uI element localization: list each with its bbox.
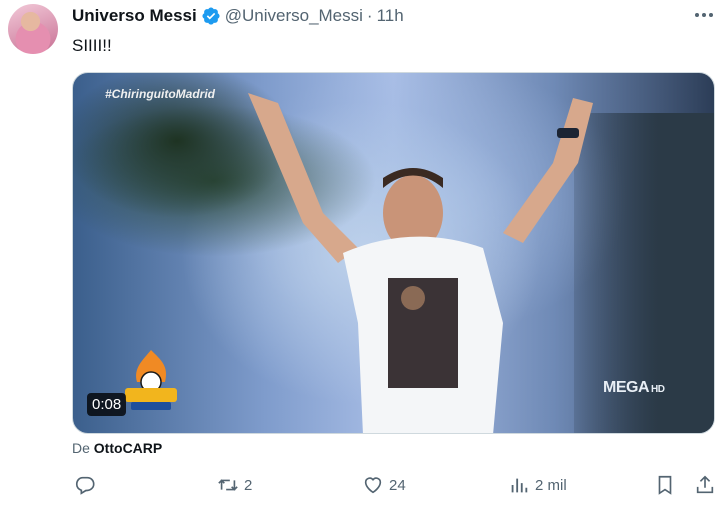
video-source-prefix: De [72,440,90,456]
separator-dot: · [366,6,373,25]
retweet-count: 2 [244,476,253,494]
more-icon[interactable] [690,4,718,26]
timestamp[interactable]: 11h [377,6,404,26]
views-button[interactable]: 2 mil [508,474,567,496]
reply-button[interactable] [74,474,101,496]
display-name[interactable]: Universo Messi [72,6,197,26]
share-icon [696,475,714,494]
video-player[interactable]: #ChiringuitoMadrid 0:08 MEGA HD [72,72,715,434]
like-icon [364,477,382,494]
bookmark-icon [658,475,672,495]
reply-icon [75,476,95,495]
video-source: De OttoCARP [72,440,162,456]
like-count: 24 [389,476,406,494]
user-handle[interactable]: @Universo_Messi [225,6,363,26]
share-button[interactable] [694,474,721,496]
channel-logo-text: MEGA [603,379,650,396]
verified-badge-icon[interactable] [201,6,221,26]
tweet-actions: 2 24 2 mil [72,474,718,498]
views-icon [511,478,528,493]
video-duration: 0:08 [87,393,127,416]
channel-logo: MEGA HD [603,379,665,397]
view-count: 2 mil [535,476,567,494]
tweet-header: Universo Messi @Universo_Messi · 11h [72,5,404,27]
bookmark-button[interactable] [654,474,681,496]
like-button[interactable]: 24 [362,474,406,496]
tweet-text: SIIII!! [72,36,112,55]
video-source-author[interactable]: OttoCARP [94,440,162,456]
avatar[interactable] [8,4,58,54]
channel-logo-suffix: HD [651,384,665,395]
retweet-button[interactable]: 2 [217,474,252,496]
chiringuito-logo-icon [125,350,177,410]
video-overlay-hashtag: #ChiringuitoMadrid [105,87,215,101]
retweet-icon [218,479,238,491]
